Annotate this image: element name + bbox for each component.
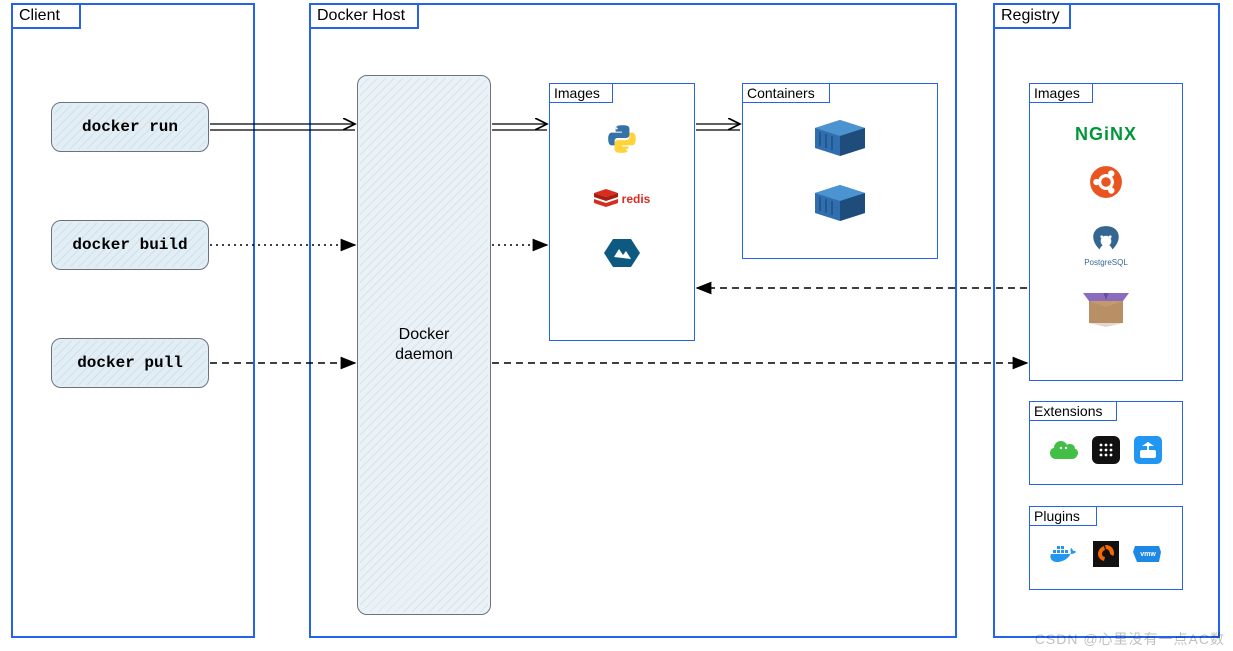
cmd-docker-run: docker run — [51, 102, 209, 152]
cmd-docker-pull: docker pull — [51, 338, 209, 388]
docker-daemon: Dockerdaemon — [357, 75, 491, 615]
host-images-box: Images redis — [549, 83, 695, 341]
registry-plugins-title: Plugins — [1029, 506, 1097, 526]
watermark: CSDN @心里没有一点AC数 — [1035, 629, 1225, 649]
container-icon — [813, 118, 867, 163]
registry-images-box: Images NGiNX PostgreSQL — [1029, 83, 1183, 381]
ubuntu-icon — [1089, 165, 1123, 204]
cmd-docker-build-label: docker build — [72, 236, 187, 254]
cmd-docker-run-label: docker run — [82, 118, 178, 136]
host-containers-box: Containers — [742, 83, 938, 259]
grid-app-icon — [1092, 436, 1120, 469]
nginx-icon: NGiNX — [1075, 124, 1137, 145]
cmd-docker-build: docker build — [51, 220, 209, 270]
registry-images-title: Images — [1029, 83, 1093, 103]
svg-text:vmw: vmw — [1140, 551, 1156, 558]
client-box: Client — [11, 3, 255, 638]
host-images-title: Images — [549, 83, 613, 103]
vmware-icon: vmw — [1133, 542, 1163, 571]
host-containers-title: Containers — [742, 83, 830, 103]
python-icon — [605, 122, 639, 161]
postgresql-icon: PostgreSQL — [1084, 224, 1128, 267]
redis-icon: redis — [594, 189, 651, 209]
package-icon — [1083, 287, 1129, 332]
docker-whale-icon — [1049, 542, 1079, 571]
jfrog-icon — [1050, 437, 1078, 468]
docker-daemon-label: Dockerdaemon — [395, 325, 453, 365]
grafana-icon — [1093, 541, 1119, 572]
registry-plugins-box: Plugins vmw — [1029, 506, 1183, 590]
alpine-icon — [604, 237, 640, 274]
cmd-docker-pull-label: docker pull — [77, 354, 183, 372]
registry-extensions-title: Extensions — [1029, 401, 1117, 421]
host-title: Docker Host — [309, 3, 419, 29]
portainer-icon — [1134, 436, 1162, 469]
registry-title: Registry — [993, 3, 1071, 29]
container-icon — [813, 183, 867, 228]
client-title: Client — [11, 3, 81, 29]
registry-extensions-box: Extensions — [1029, 401, 1183, 485]
